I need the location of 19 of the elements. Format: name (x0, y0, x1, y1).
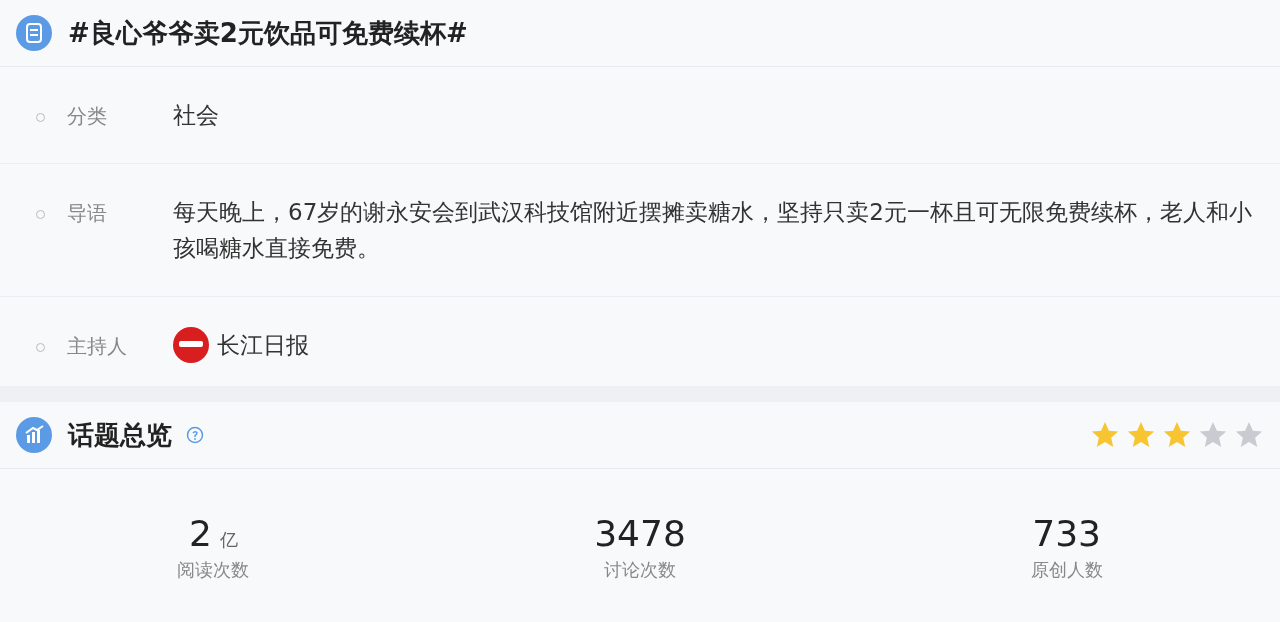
section-title: 话题总览 (68, 418, 172, 452)
field-value: 每天晚上，67岁的谢永安会到武汉科技馆附近摆摊卖糖水，坚持只卖2元一杯且可无限免费续杯，老人和小孩喝糖水直接免费。 (173, 198, 1253, 263)
host-name[interactable]: 长江日报 (217, 327, 309, 363)
chart-icon (16, 417, 52, 453)
stat-value: 3478 (594, 513, 686, 554)
document-icon (16, 15, 52, 51)
field-label: 导语 (67, 200, 108, 227)
stat-value: 733 (1032, 513, 1102, 554)
stat-label: 原创人数 (1030, 558, 1103, 582)
stat-unit: 亿 (219, 528, 238, 552)
help-icon[interactable] (186, 426, 204, 444)
field-label: 分类 (67, 103, 108, 130)
field-label: 主持人 (67, 333, 128, 360)
stat-value: 2 (188, 513, 212, 554)
stat-label: 讨论次数 (604, 558, 676, 582)
topic-title: #良心爷爷卖2元饮品可免费续杯# (68, 16, 468, 50)
field-value: 社会 (173, 101, 219, 130)
stat-label: 阅读次数 (177, 558, 250, 582)
logo-icon (173, 327, 209, 363)
